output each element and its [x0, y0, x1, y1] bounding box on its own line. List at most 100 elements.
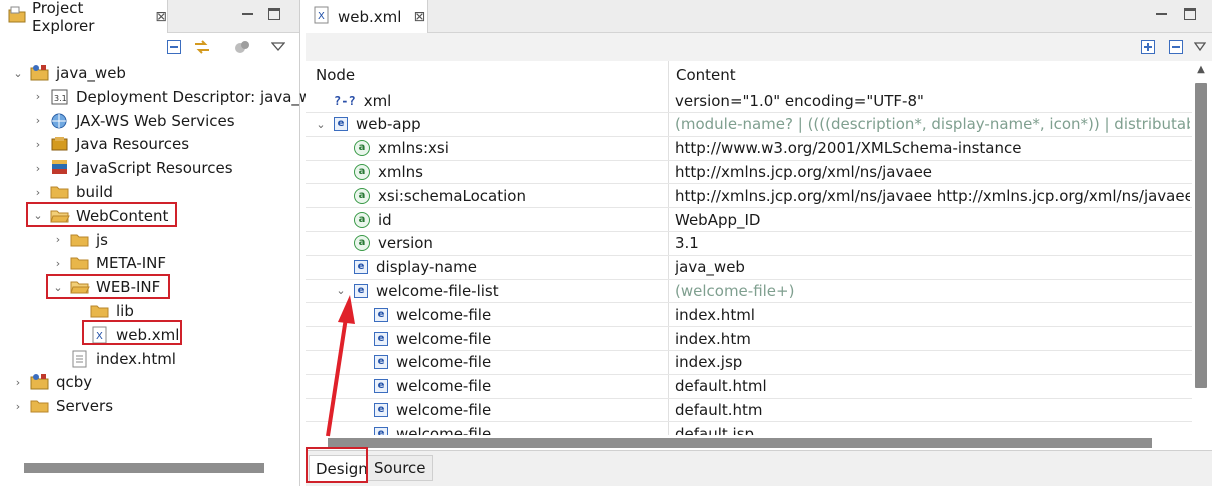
- table-row[interactable]: a xmlns:xsi http://www.w3.org/2001/XMLSche…: [306, 137, 1192, 161]
- maximize-icon[interactable]: [1184, 8, 1196, 20]
- chevron-right-icon[interactable]: ›: [12, 400, 24, 413]
- tree-item[interactable]: › Java Resources: [32, 132, 189, 156]
- tree-item[interactable]: › build: [32, 180, 113, 204]
- node-cell[interactable]: ⌄ e welcome-file-list: [334, 279, 498, 302]
- view-menu-icon[interactable]: [268, 37, 288, 57]
- scroll-up-icon[interactable]: ▲: [1195, 64, 1207, 78]
- node-cell[interactable]: ⌄ e web-app: [314, 113, 420, 136]
- table-row[interactable]: ⌄ e web-app (module-name? | ((((description…: [306, 113, 1192, 137]
- chevron-right-icon[interactable]: ›: [52, 257, 64, 270]
- content-cell[interactable]: http://xmlns.jcp.org/xml/ns/javaee http:…: [675, 184, 1190, 207]
- table-row[interactable]: e welcome-file index.htm: [306, 327, 1192, 351]
- content-cell[interactable]: http://xmlns.jcp.org/xml/ns/javaee: [675, 160, 1190, 183]
- tree-item-label: META-INF: [96, 254, 167, 273]
- content-cell[interactable]: index.html: [675, 303, 1190, 326]
- node-cell[interactable]: a xmlns:xsi: [334, 137, 449, 160]
- chevron-down-icon[interactable]: ⌄: [334, 284, 348, 297]
- node-icon-wrap: a: [354, 211, 370, 228]
- element-icon: e: [374, 355, 388, 370]
- content-cell[interactable]: version="1.0" encoding="UTF-8": [675, 89, 1190, 112]
- node-cell[interactable]: a version: [334, 232, 433, 255]
- chevron-down-icon[interactable]: ⌄: [314, 118, 328, 131]
- content-cell[interactable]: default.htm: [675, 398, 1190, 421]
- content-cell[interactable]: 3.1: [675, 232, 1190, 255]
- table-row[interactable]: ?-? xml version="1.0" encoding="UTF-8": [306, 89, 1192, 113]
- chevron-right-icon[interactable]: ›: [32, 162, 44, 175]
- tree-item[interactable]: › qcby: [12, 370, 92, 394]
- table-row[interactable]: e welcome-file default.jsp: [306, 422, 1192, 435]
- tree-item[interactable]: index.html: [52, 347, 176, 371]
- tree-item[interactable]: › js: [52, 228, 108, 252]
- tree-item[interactable]: › META-INF: [52, 251, 166, 275]
- folder-icon: [30, 397, 50, 415]
- table-row[interactable]: a xmlns http://xmlns.jcp.org/xml/ns/javaee: [306, 160, 1192, 185]
- node-cell[interactable]: a xmlns: [334, 160, 423, 183]
- collapse-all-icon[interactable]: [164, 37, 184, 57]
- tab-source[interactable]: Source: [367, 455, 433, 481]
- chevron-right-icon[interactable]: ›: [32, 186, 44, 199]
- content-cell[interactable]: java_web: [675, 256, 1190, 279]
- tree-item[interactable]: ⌄ java_web: [12, 61, 126, 85]
- content-cell[interactable]: http://www.w3.org/2001/XMLSchema-instanc…: [675, 137, 1190, 160]
- content-cell[interactable]: WebApp_ID: [675, 208, 1190, 231]
- tree-item[interactable]: › 3.1 Deployment Descriptor: java_w: [32, 85, 311, 109]
- node-cell[interactable]: e welcome-file: [354, 398, 491, 421]
- content-cell[interactable]: default.jsp: [675, 422, 1190, 435]
- minimize-icon[interactable]: [1154, 6, 1170, 22]
- minimize-icon[interactable]: [240, 6, 256, 22]
- tab-web-xml[interactable]: X web.xml ⊠: [306, 0, 428, 33]
- node-cell[interactable]: e welcome-file: [354, 327, 491, 350]
- close-icon[interactable]: ⊠: [155, 9, 167, 25]
- view-menu-icon[interactable]: [1190, 37, 1210, 57]
- chevron-right-icon[interactable]: ›: [32, 114, 44, 127]
- node-cell[interactable]: a id: [334, 208, 392, 231]
- collapse-all-icon[interactable]: [1166, 37, 1186, 57]
- horizontal-scrollbar[interactable]: [328, 438, 1152, 448]
- chevron-down-icon[interactable]: ⌄: [12, 67, 24, 80]
- table-row[interactable]: e welcome-file default.htm: [306, 398, 1192, 423]
- horizontal-scrollbar[interactable]: [24, 463, 264, 473]
- content-cell[interactable]: default.html: [675, 375, 1190, 398]
- table-row[interactable]: a version 3.1: [306, 232, 1192, 256]
- chevron-right-icon[interactable]: ›: [52, 233, 64, 246]
- vertical-scrollbar[interactable]: [1195, 83, 1207, 388]
- table-row[interactable]: a id WebApp_ID: [306, 208, 1192, 232]
- tree-item[interactable]: › JavaScript Resources: [32, 156, 233, 180]
- column-header-content[interactable]: Content: [676, 66, 736, 84]
- filter-icon[interactable]: [232, 37, 252, 57]
- expand-all-icon[interactable]: [1138, 37, 1158, 57]
- chevron-right-icon[interactable]: ›: [32, 90, 44, 103]
- deployment-descriptor-icon: 3.1: [50, 88, 70, 106]
- table-row[interactable]: e welcome-file index.jsp: [306, 351, 1192, 375]
- tree-item[interactable]: › JAX-WS Web Services: [32, 109, 235, 133]
- chevron-right-icon[interactable]: ›: [12, 376, 24, 389]
- column-header-node[interactable]: Node: [316, 66, 355, 84]
- link-with-editor-icon[interactable]: [192, 37, 212, 57]
- close-icon[interactable]: ⊠: [413, 9, 425, 25]
- tab-project-explorer[interactable]: Project Explorer ⊠: [0, 0, 168, 35]
- content-cell[interactable]: index.htm: [675, 327, 1190, 350]
- maximize-icon[interactable]: [268, 8, 280, 20]
- node-icon-wrap: e: [334, 117, 348, 132]
- node-cell[interactable]: e welcome-file: [354, 351, 491, 374]
- content-cell[interactable]: index.jsp: [675, 351, 1190, 374]
- node-label: welcome-file: [396, 353, 492, 372]
- table-row[interactable]: e welcome-file default.html: [306, 375, 1192, 399]
- node-cell[interactable]: ?-? xml: [314, 89, 391, 112]
- content-cell[interactable]: (welcome-file+): [675, 279, 1190, 302]
- chevron-right-icon[interactable]: ›: [32, 138, 44, 151]
- project-icon: [30, 373, 50, 391]
- node-cell[interactable]: e welcome-file: [354, 422, 491, 435]
- table-row[interactable]: e welcome-file index.html: [306, 303, 1192, 328]
- table-row[interactable]: ⌄ e welcome-file-list (welcome-file+): [306, 279, 1192, 304]
- table-row[interactable]: a xsi:schemaLocation http://xmlns.jcp.org/…: [306, 184, 1192, 209]
- node-cell[interactable]: e welcome-file: [354, 375, 491, 398]
- node-cell[interactable]: a xsi:schemaLocation: [334, 184, 526, 207]
- tree-item[interactable]: › Servers: [12, 394, 113, 418]
- node-cell[interactable]: e welcome-file: [354, 303, 491, 326]
- node-cell[interactable]: e display-name: [334, 256, 477, 279]
- content-cell[interactable]: (module-name? | ((((description*, displa…: [675, 113, 1190, 136]
- element-icon: e: [374, 307, 388, 322]
- folder-icon: [90, 302, 110, 320]
- table-row[interactable]: e display-name java_web: [306, 256, 1192, 280]
